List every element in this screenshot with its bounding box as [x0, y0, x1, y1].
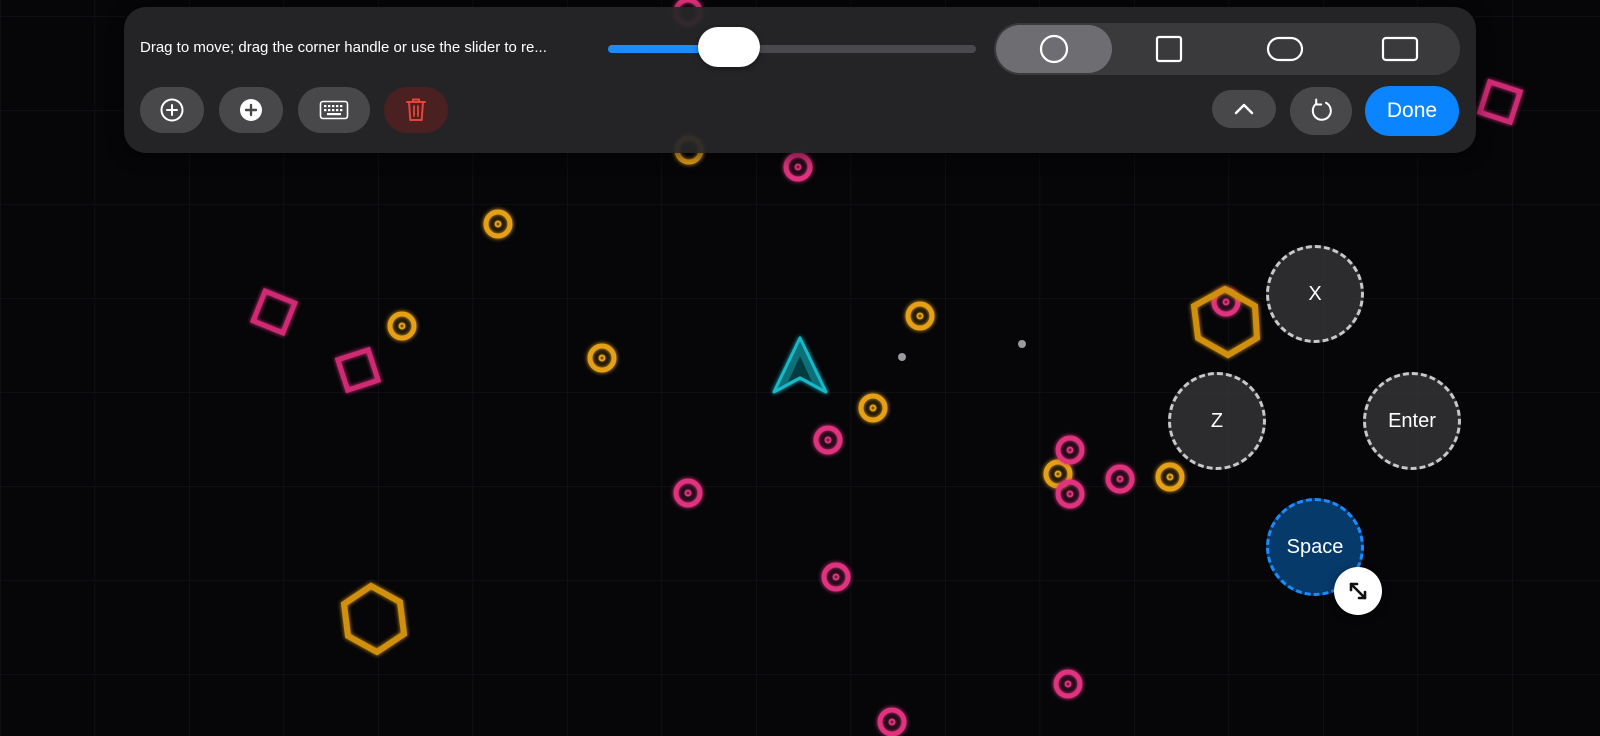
bullet: [1018, 340, 1026, 348]
shape-square-button[interactable]: [1112, 25, 1228, 73]
rectangle-icon: [1382, 36, 1419, 62]
square-icon: [1156, 35, 1183, 63]
delete-control-button[interactable]: [384, 87, 448, 133]
resize-arrows-icon: [1349, 582, 1367, 600]
slider-thumb[interactable]: [698, 27, 761, 67]
add-filled-control-button[interactable]: [219, 87, 283, 133]
keyboard-icon: [319, 100, 349, 120]
resize-handle[interactable]: [1334, 567, 1382, 615]
reset-button[interactable]: [1290, 87, 1352, 135]
collapse-toolbar-button[interactable]: [1212, 90, 1276, 128]
keyboard-button[interactable]: [298, 87, 370, 133]
x-key-button[interactable]: X: [1266, 245, 1364, 343]
enter-key-button[interactable]: Enter: [1363, 372, 1461, 470]
control-editor-toolbar: Drag to move; drag the corner handle or …: [124, 7, 1476, 153]
shape-rectangle-button[interactable]: [1343, 25, 1459, 73]
shape-pill-button[interactable]: [1227, 25, 1343, 73]
add-control-button[interactable]: [140, 87, 204, 133]
circle-icon: [1039, 34, 1068, 64]
bullet: [898, 353, 906, 361]
pill-icon: [1266, 36, 1303, 62]
chevron-up-icon: [1234, 103, 1254, 115]
z-key-button[interactable]: Z: [1168, 372, 1266, 470]
trash-icon: [406, 98, 426, 121]
done-button[interactable]: Done: [1365, 86, 1459, 136]
editor-hint: Drag to move; drag the corner handle or …: [140, 39, 547, 56]
add-outline-icon: [160, 98, 184, 122]
reset-icon: [1311, 98, 1332, 121]
size-slider[interactable]: [608, 27, 976, 67]
shape-selector: [994, 23, 1460, 75]
shape-circle-button[interactable]: [996, 25, 1112, 73]
add-filled-icon: [240, 99, 262, 121]
